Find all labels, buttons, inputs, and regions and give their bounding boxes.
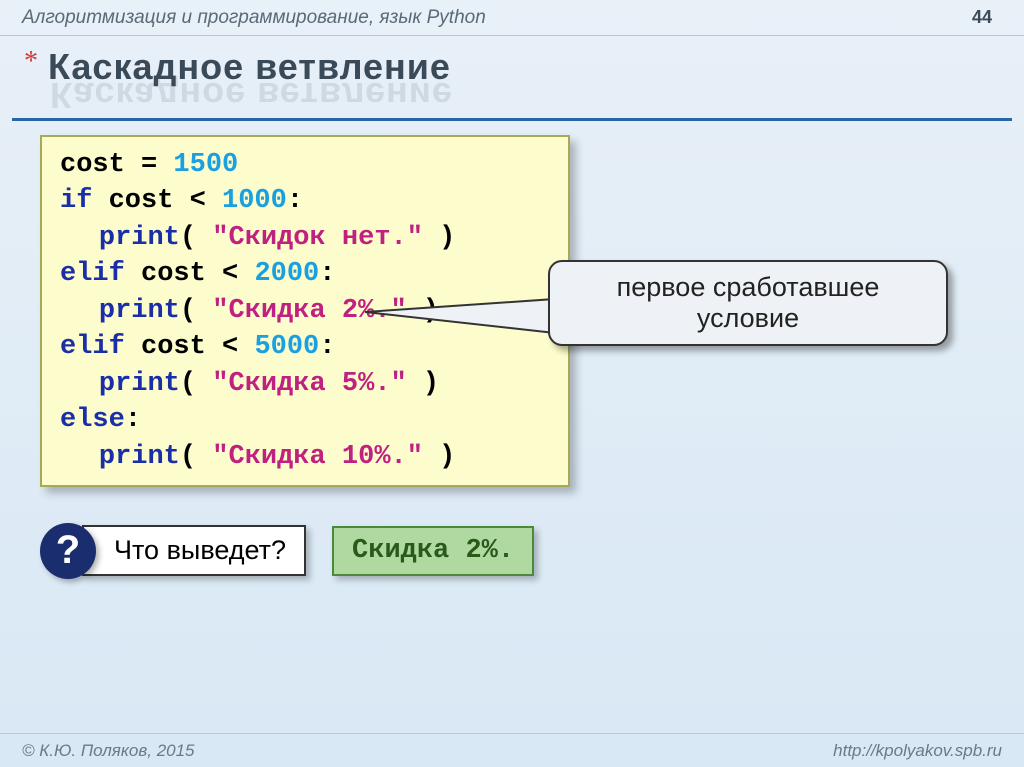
callout-line: условие: [564, 303, 932, 334]
code-line: cost = 1500: [60, 147, 550, 183]
code-line: elif cost < 2000:: [60, 256, 550, 292]
code-line: elif cost < 5000:: [60, 329, 550, 365]
code-line: print( "Скидка 10%." ): [60, 439, 550, 475]
content: cost = 1500 if cost < 1000: print( "Скид…: [0, 135, 1024, 579]
footer: © К.Ю. Поляков, 2015 http://kpolyakov.sp…: [0, 733, 1024, 767]
slide: Алгоритмизация и программирование, язык …: [0, 0, 1024, 767]
code-line: else:: [60, 402, 550, 438]
title-star-icon: *: [24, 46, 38, 77]
question-text: Что выведет?: [82, 525, 306, 576]
code-line: print( "Скидка 5%." ): [60, 366, 550, 402]
code-line: if cost < 1000:: [60, 183, 550, 219]
title-rule: [12, 118, 1012, 121]
topbar: Алгоритмизация и программирование, язык …: [0, 0, 1024, 36]
code-block: cost = 1500 if cost < 1000: print( "Скид…: [40, 135, 570, 487]
course-title: Алгоритмизация и программирование, язык …: [22, 7, 486, 29]
code-line: print( "Скидка 2%." ): [60, 293, 550, 329]
title-reflection: Каскадное ветвление: [50, 74, 1000, 116]
answer-box: Скидка 2%.: [332, 526, 534, 576]
title-area: * Каскадное ветвление Каскадное ветвлени…: [0, 36, 1024, 118]
callout-box: первое сработавшее условие: [548, 260, 948, 346]
copyright: © К.Ю. Поляков, 2015: [22, 741, 195, 761]
page-number: 44: [972, 7, 992, 28]
source-url: http://kpolyakov.spb.ru: [833, 741, 1002, 761]
callout-line: первое сработавшее: [564, 272, 932, 303]
question-mark-icon: ?: [40, 523, 96, 579]
code-line: print( "Скидок нет." ): [60, 220, 550, 256]
question-row: ? Что выведет? Скидка 2%.: [40, 523, 984, 579]
